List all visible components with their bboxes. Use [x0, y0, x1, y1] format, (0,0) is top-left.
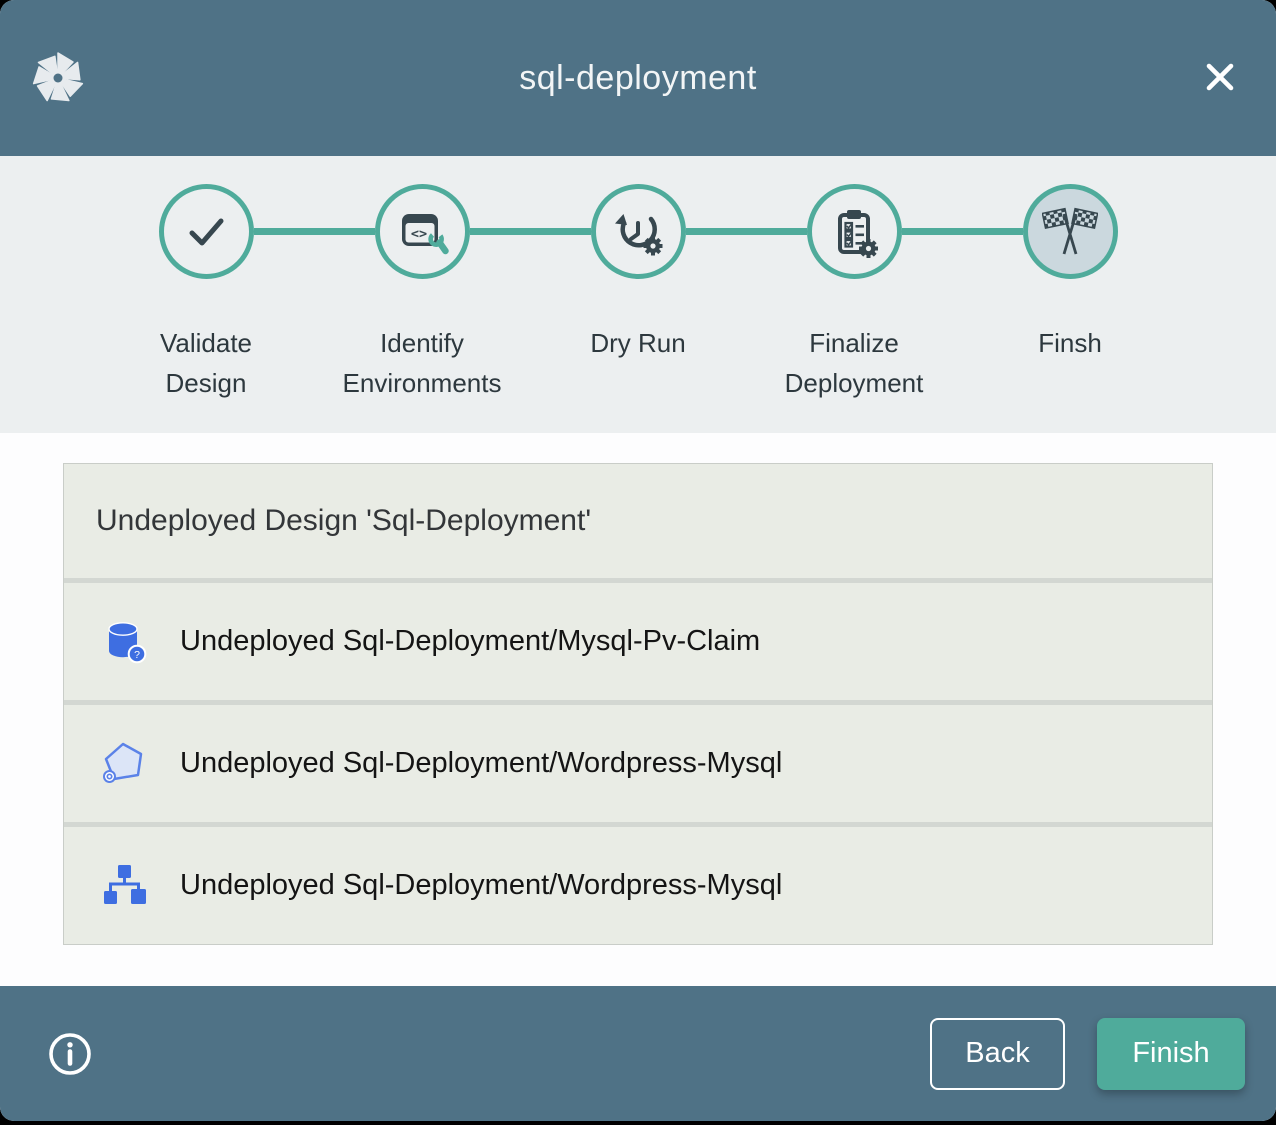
checkmark-icon — [178, 204, 234, 260]
stepper-connector — [470, 228, 591, 235]
step-label-finish: Finsh — [962, 323, 1178, 403]
stepper-circles: <> — [0, 156, 1276, 279]
finish-button[interactable]: Finish — [1097, 1018, 1245, 1090]
list-item-text: Undeployed Sql-Deployment/Wordpress-Mysq… — [180, 869, 782, 902]
stepper-connector — [902, 228, 1023, 235]
info-icon[interactable] — [47, 1031, 93, 1077]
dialog-titlebar: sql-deployment — [0, 0, 1276, 156]
stepper-connector — [254, 228, 375, 235]
deployment-status-panel: Undeployed Design 'Sql-Deployment' ? Und… — [63, 463, 1213, 945]
step-label-identify-environments: Identify Environments — [314, 323, 530, 403]
clipboard-gear-icon — [826, 204, 882, 260]
hierarchy-icon — [101, 862, 149, 910]
list-item: Undeployed Sql-Deployment/Wordpress-Mysq… — [64, 705, 1212, 822]
stepper-labels: Validate Design Identify Environments Dr… — [0, 323, 1276, 403]
step-finish[interactable] — [1023, 184, 1118, 279]
list-item: Undeployed Sql-Deployment/Wordpress-Mysq… — [64, 827, 1212, 944]
code-window-wrench-icon: <> — [394, 204, 450, 260]
step-validate-design[interactable] — [159, 184, 254, 279]
checkered-flags-icon — [1042, 204, 1098, 260]
panel-title: Undeployed Design 'Sql-Deployment' — [96, 504, 591, 538]
wizard-stepper: <> — [0, 156, 1276, 433]
back-button[interactable]: Back — [930, 1018, 1065, 1090]
stepper-connector — [686, 228, 807, 235]
component-pentagon-icon — [101, 740, 149, 788]
svg-text:?: ? — [134, 649, 140, 661]
step-finalize-deployment[interactable] — [807, 184, 902, 279]
step-label-validate-design: Validate Design — [98, 323, 314, 403]
svg-text:<>: <> — [411, 226, 427, 242]
step-dry-run[interactable] — [591, 184, 686, 279]
database-icon: ? — [101, 618, 149, 666]
close-icon[interactable] — [1198, 55, 1242, 99]
list-item-text: Undeployed Sql-Deployment/Wordpress-Mysq… — [180, 747, 782, 780]
wizard-content: Undeployed Design 'Sql-Deployment' ? Und… — [0, 433, 1276, 986]
dialog-footer: Back Finish — [0, 986, 1276, 1121]
step-label-dry-run: Dry Run — [530, 323, 746, 403]
pinwheel-logo-icon — [29, 49, 87, 107]
step-label-finalize-deployment: Finalize Deployment — [746, 323, 962, 403]
refresh-gear-icon — [610, 204, 666, 260]
list-item-text: Undeployed Sql-Deployment/Mysql-Pv-Claim — [180, 625, 760, 658]
dialog-title: sql-deployment — [519, 59, 757, 98]
step-identify-environments[interactable]: <> — [375, 184, 470, 279]
panel-title-row: Undeployed Design 'Sql-Deployment' — [64, 464, 1212, 578]
list-item: ? Undeployed Sql-Deployment/Mysql-Pv-Cla… — [64, 583, 1212, 700]
deployment-wizard-dialog: sql-deployment — [0, 0, 1276, 1121]
